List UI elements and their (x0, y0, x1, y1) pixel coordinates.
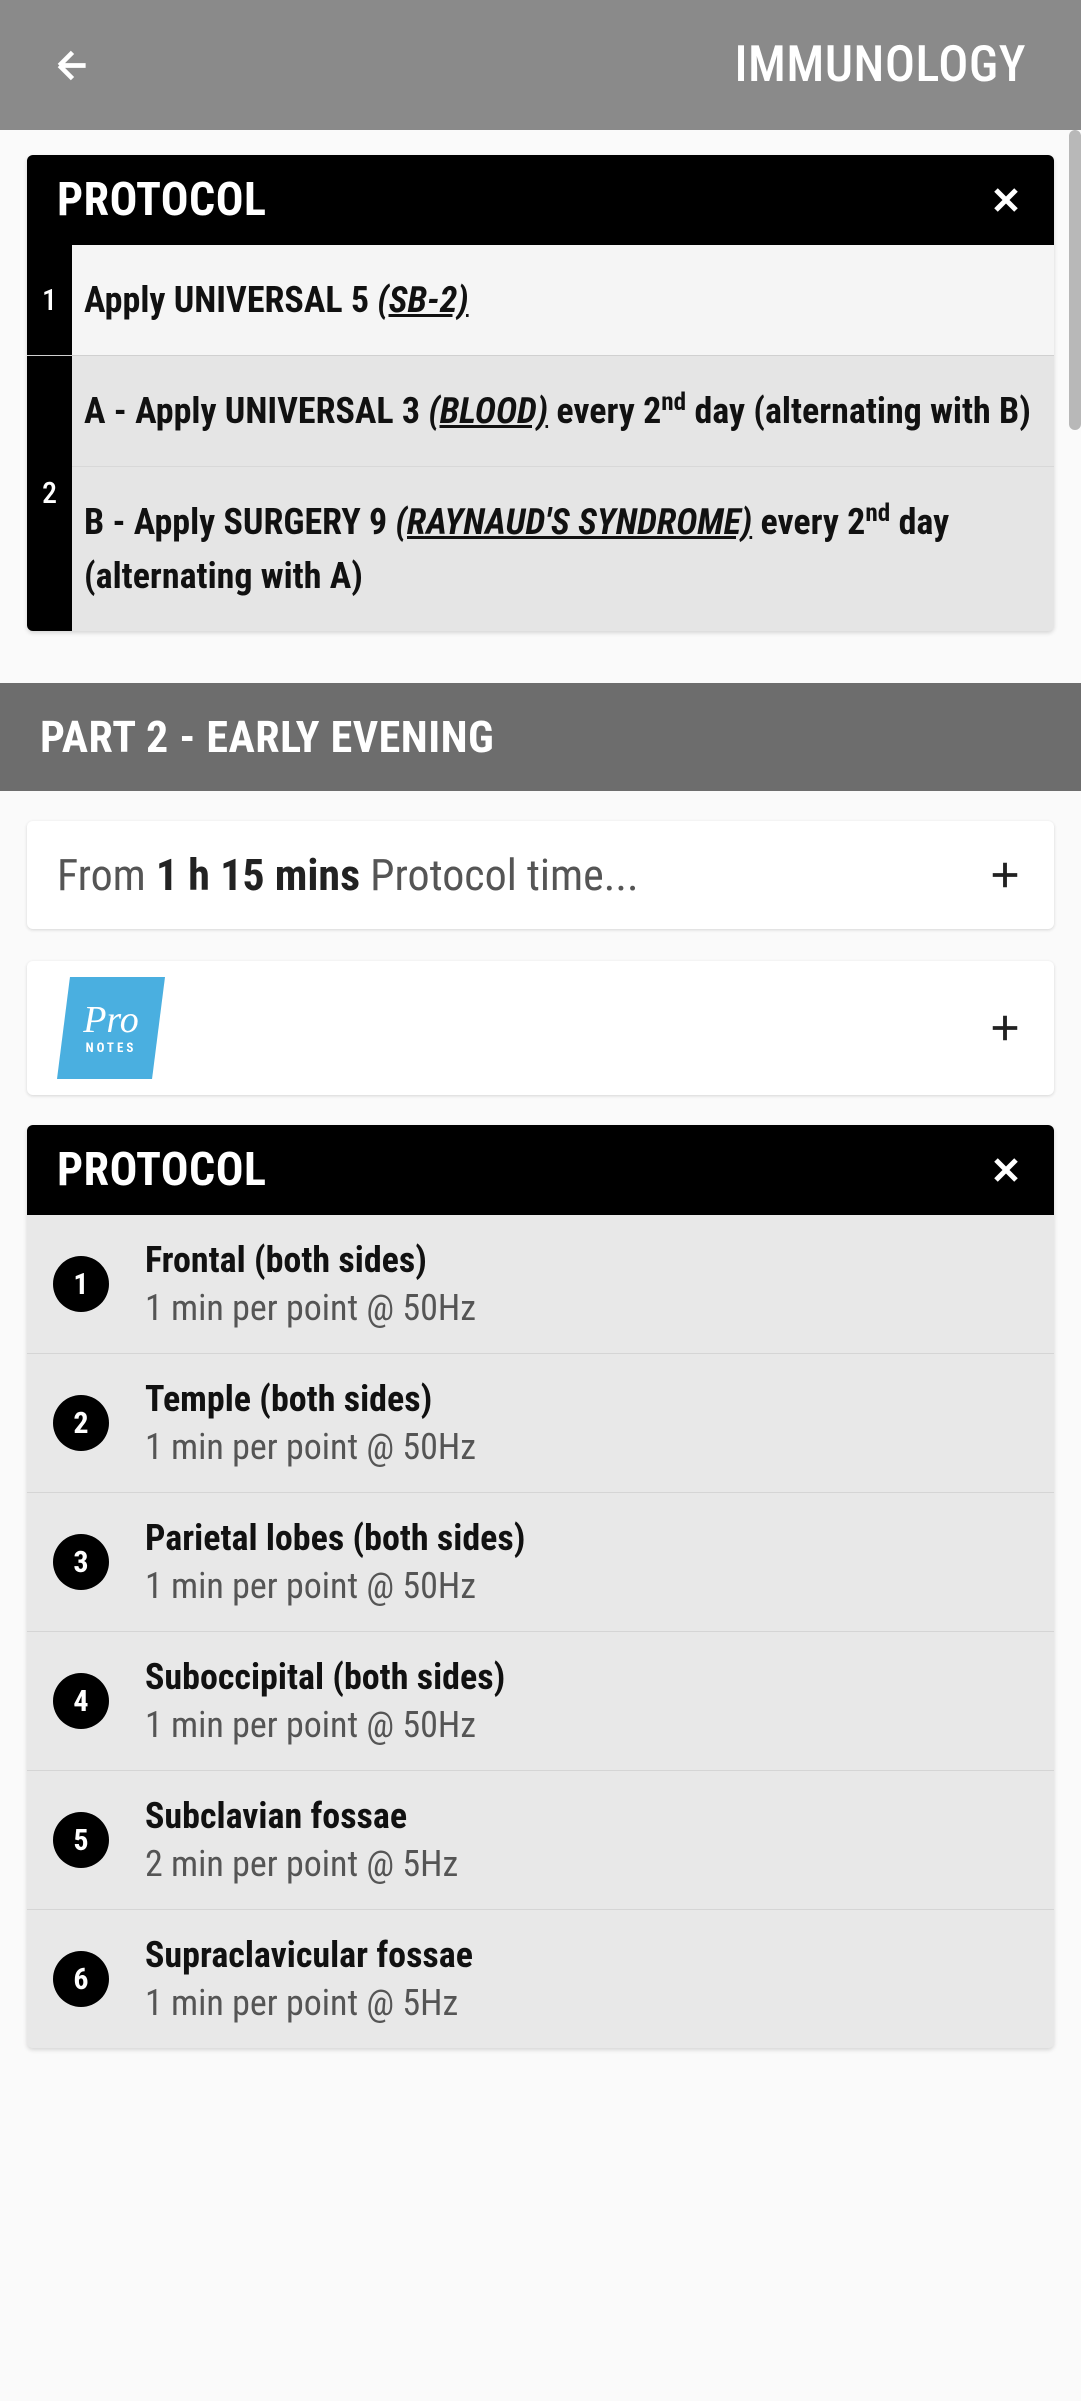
page-title: IMMUNOLOGY (734, 36, 1026, 94)
expand-plus-icon[interactable] (984, 854, 1026, 896)
step-title: Parietal lobes (both sides) (145, 1517, 525, 1559)
protocol-card-1: PROTOCOL 1 Apply UNIVERSAL 5 (SB-2) 2 (27, 155, 1054, 631)
protocol-row[interactable]: 1 Apply UNIVERSAL 5 (SB-2) (27, 245, 1054, 356)
protocol-step[interactable]: 5 Subclavian fossae 2 min per point @ 5H… (27, 1771, 1054, 1910)
step-number: 2 (53, 1395, 109, 1451)
protocol-step[interactable]: 1 Frontal (both sides) 1 min per point @… (27, 1215, 1054, 1354)
protocol-header: PROTOCOL (27, 155, 1054, 245)
protocol-header: PROTOCOL (27, 1125, 1054, 1215)
step-title: Suboccipital (both sides) (145, 1656, 505, 1698)
section-header: PART 2 - EARLY EVENING (0, 683, 1081, 791)
step-number: 1 (53, 1256, 109, 1312)
protocol-step[interactable]: 2 Temple (both sides) 1 min per point @ … (27, 1354, 1054, 1493)
app-header: IMMUNOLOGY (0, 0, 1081, 130)
close-icon[interactable] (986, 180, 1026, 220)
step-title: Temple (both sides) (145, 1378, 476, 1420)
step-number: 6 (53, 1951, 109, 2007)
protocol-step[interactable]: 3 Parietal lobes (both sides) 1 min per … (27, 1493, 1054, 1632)
step-subtitle: 1 min per point @ 50Hz (145, 1426, 476, 1468)
step-subtitle: 2 min per point @ 5Hz (145, 1843, 458, 1885)
expand-plus-icon[interactable] (984, 1007, 1026, 1049)
row-text: Apply UNIVERSAL 5 (SB-2) (72, 245, 1054, 355)
step-title: Supraclavicular fossae (145, 1934, 473, 1976)
protocol-time-card[interactable]: From 1 h 15 mins Protocol time... (27, 821, 1054, 929)
scrollbar[interactable] (1069, 130, 1081, 430)
protocol-title: PROTOCOL (57, 173, 267, 227)
row-text: B - Apply SURGERY 9 (RAYNAUD'S SYNDROME)… (72, 467, 1054, 631)
step-subtitle: 1 min per point @ 5Hz (145, 1982, 473, 2024)
row-text: A - Apply UNIVERSAL 3 (BLOOD) every 2nd … (72, 356, 1054, 467)
step-number: 4 (53, 1673, 109, 1729)
step-number: 5 (53, 1812, 109, 1868)
row-number: 2 (27, 356, 72, 631)
step-subtitle: 1 min per point @ 50Hz (145, 1287, 476, 1329)
protocol-step[interactable]: 4 Suboccipital (both sides) 1 min per po… (27, 1632, 1054, 1771)
pro-notes-logo: Pro NOTES (57, 977, 165, 1079)
step-number: 3 (53, 1534, 109, 1590)
protocol-time-text: From 1 h 15 mins Protocol time... (57, 849, 639, 901)
protocol-step[interactable]: 6 Supraclavicular fossae 1 min per point… (27, 1910, 1054, 2048)
protocol-title: PROTOCOL (57, 1143, 267, 1197)
step-subtitle: 1 min per point @ 50Hz (145, 1565, 525, 1607)
pro-notes-card[interactable]: Pro NOTES (27, 961, 1054, 1095)
step-title: Subclavian fossae (145, 1795, 458, 1837)
back-arrow-icon[interactable] (50, 43, 95, 88)
row-number: 1 (27, 245, 72, 355)
step-title: Frontal (both sides) (145, 1239, 476, 1281)
step-subtitle: 1 min per point @ 50Hz (145, 1704, 505, 1746)
close-icon[interactable] (986, 1150, 1026, 1190)
protocol-card-2: PROTOCOL 1 Frontal (both sides) 1 min pe… (27, 1125, 1054, 2048)
protocol-row[interactable]: 2 A - Apply UNIVERSAL 3 (BLOOD) every 2n… (27, 356, 1054, 631)
